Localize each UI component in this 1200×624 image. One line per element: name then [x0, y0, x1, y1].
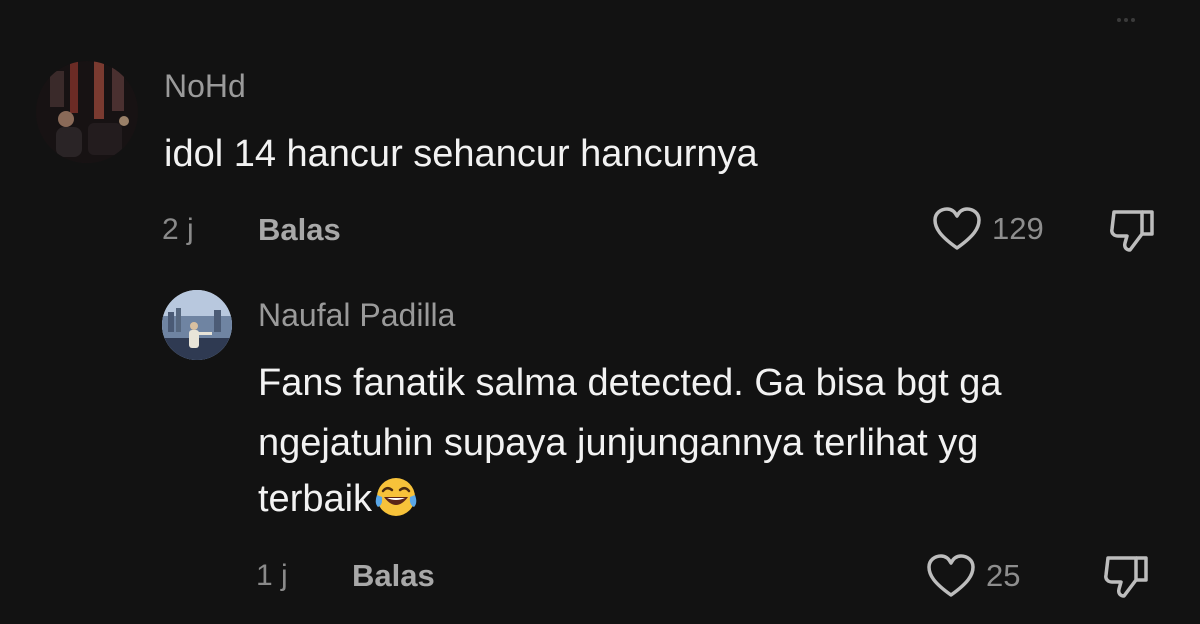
dislike-button[interactable]	[1108, 208, 1158, 259]
comment-username[interactable]: NoHd	[164, 68, 246, 105]
dislike-button[interactable]	[1102, 554, 1152, 605]
reply-button[interactable]: Balas	[352, 558, 435, 594]
thumbs-down-icon[interactable]	[1102, 554, 1152, 600]
like-count: 129	[992, 211, 1044, 246]
more-options-icon[interactable]	[1117, 18, 1137, 24]
comment-text-fragment: terbaik	[258, 478, 373, 520]
comment-text-line: terbaik	[258, 470, 418, 528]
comment-text: idol 14 hancur sehancur hancurnya	[164, 133, 758, 175]
comment-text-line: Fans fanatik salma detected. Ga bisa bgt…	[258, 362, 1002, 404]
thumbs-down-icon[interactable]	[1108, 208, 1158, 254]
avatar-photo-icon	[162, 290, 232, 360]
like-button[interactable]: 25	[926, 553, 1020, 599]
avatar[interactable]	[162, 290, 232, 360]
comment-username[interactable]: Naufal Padilla	[258, 297, 455, 334]
avatar[interactable]	[36, 61, 138, 163]
like-count: 25	[986, 558, 1021, 593]
like-button[interactable]: 129	[932, 206, 1044, 252]
comment-text-line: ngejatuhin supaya junjungannya terlihat …	[258, 422, 979, 464]
comment-timestamp: 2 j	[162, 213, 194, 246]
heart-icon[interactable]	[926, 553, 976, 599]
laughing-crying-emoji-icon	[374, 475, 418, 519]
heart-icon[interactable]	[932, 206, 982, 252]
comment-timestamp: 1 j	[256, 559, 288, 592]
comments-screen: NoHd idol 14 hancur sehancur hancurnya 2…	[0, 0, 1200, 624]
avatar-photo-icon	[36, 61, 138, 163]
reply-button[interactable]: Balas	[258, 212, 341, 248]
